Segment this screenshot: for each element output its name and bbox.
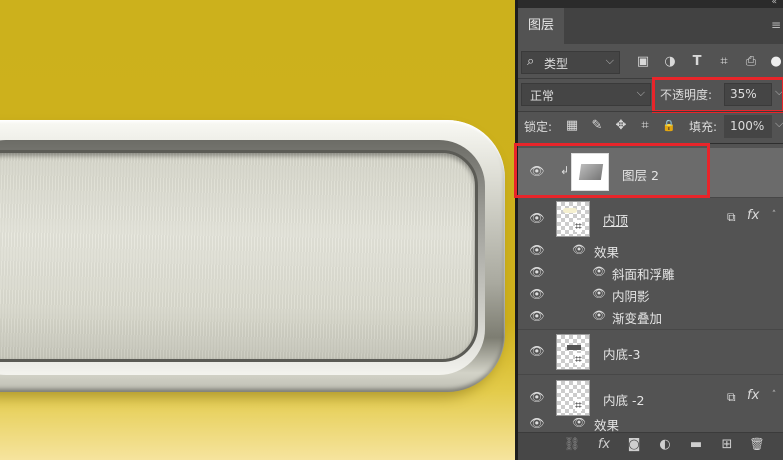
layer-row[interactable]: 👁 ⌗ 内顶 ⧉ fx ˄	[518, 198, 783, 240]
layer-row[interactable]: 👁 ⌗ 内底-3	[518, 330, 783, 375]
layer-thumbnail: ⌗	[556, 334, 590, 370]
effects-label: 效果	[594, 245, 620, 260]
fx-icon[interactable]: fx	[747, 388, 759, 403]
effect-eye-icon[interactable]: 👁	[592, 287, 606, 300]
collapse-effects-icon[interactable]: ˄	[769, 390, 779, 400]
fill-dropdown-icon[interactable]: ⌵	[775, 117, 783, 131]
layer-name[interactable]: 内顶	[603, 210, 628, 229]
filter-row: ⌕ 类型 ⌵ ▣ ◑ T ⌗ ⎙ ●	[518, 50, 783, 76]
kind-filter-label: 类型	[544, 57, 569, 71]
effect-gradient-overlay[interactable]: 渐变叠加	[612, 308, 662, 327]
fx-icon[interactable]: fx	[594, 437, 614, 452]
separator	[518, 111, 783, 112]
image-filter-icon[interactable]: ▣	[634, 53, 652, 71]
collapse-effects-icon[interactable]: ˄	[769, 210, 779, 220]
panel-menu-icon[interactable]: ≡	[771, 18, 781, 32]
effect-eye-icon[interactable]: 👁	[592, 265, 606, 278]
eye-icon[interactable]: 👁	[528, 418, 546, 430]
smart-object-filter-icon[interactable]: ⎙	[742, 53, 760, 71]
fill-input[interactable]: 100%	[724, 115, 772, 138]
new-group-icon[interactable]: ▬	[686, 437, 706, 452]
opacity-highlight-box	[652, 77, 783, 113]
layer-name[interactable]: 内底 -2	[603, 390, 644, 409]
shape-filter-icon[interactable]: ⌗	[715, 53, 733, 71]
add-mask-icon[interactable]: ◙	[624, 437, 644, 452]
linked-smart-icon: ⧉	[727, 210, 736, 224]
link-layers-icon[interactable]: ⛓	[562, 437, 582, 452]
effect-row[interactable]: 👁 👁 渐变叠加	[518, 306, 783, 330]
filter-toggle-icon[interactable]: ●	[769, 53, 783, 71]
chevron-down-icon: ⌵	[636, 86, 645, 99]
effect-row[interactable]: 👁 👁 斜面和浮雕	[518, 262, 783, 284]
eye-icon[interactable]: 👁	[528, 287, 546, 301]
blend-mode-select[interactable]: 正常 ⌵	[521, 83, 651, 106]
lock-all-icon[interactable]: 🔒	[661, 117, 677, 135]
lock-artboard-icon[interactable]: ⌗	[637, 117, 653, 135]
eye-icon[interactable]: 👁	[528, 390, 546, 404]
layers-bottom-toolbar: ⛓ fx ◙ ◐ ▬ ⊞ 🗑	[518, 432, 783, 460]
tab-layers[interactable]: 图层	[518, 8, 564, 44]
thumbnail-content	[563, 208, 577, 213]
fx-icon[interactable]: fx	[747, 208, 759, 223]
eye-icon[interactable]: 👁	[528, 243, 546, 257]
document-canvas[interactable]	[0, 0, 515, 460]
layer-row[interactable]: 👁 ⌗ 内底 -2 ⧉ fx ˄	[518, 376, 783, 418]
blend-mode-value: 正常	[530, 89, 555, 103]
lock-label: 锁定:	[524, 120, 553, 134]
panel-header-strip: «	[518, 0, 783, 8]
lock-position-icon[interactable]: ✥	[613, 117, 629, 135]
effect-eye-icon[interactable]: 👁	[592, 309, 606, 322]
search-icon: ⌕	[527, 54, 535, 69]
trash-icon[interactable]: 🗑	[747, 437, 767, 451]
lock-row: 锁定: ▦ ✎ ✥ ⌗ 🔒 填充: 100% ⌵	[518, 114, 783, 140]
effect-bevel-emboss[interactable]: 斜面和浮雕	[612, 264, 675, 283]
collapse-panel-icon[interactable]: «	[771, 0, 777, 7]
panel-tab-bar: 图层 ≡	[518, 8, 783, 44]
effect-inner-shadow[interactable]: 内阴影	[612, 286, 650, 305]
chevron-down-icon: ⌵	[605, 54, 614, 67]
layer-thumbnail: ⌗	[556, 380, 590, 416]
fill-value: 100%	[730, 119, 765, 133]
effects-eye-icon[interactable]: 👁	[572, 418, 586, 429]
adjustment-filter-icon[interactable]: ◑	[661, 53, 679, 71]
layer-highlight-box	[514, 143, 710, 198]
shape-layer-badge-icon: ⌗	[575, 352, 582, 366]
metal-plate-brushed-surface	[0, 150, 478, 362]
type-filter-icon[interactable]: T	[688, 53, 706, 71]
eye-icon[interactable]: 👁	[528, 265, 546, 279]
layer-name[interactable]: 内底-3	[603, 344, 640, 363]
layer-thumbnail: ⌗	[556, 201, 590, 237]
shape-layer-badge-icon: ⌗	[575, 219, 582, 233]
adjustment-layer-icon[interactable]: ◐	[655, 437, 675, 452]
fill-label[interactable]: 填充:	[689, 118, 717, 135]
lock-transparent-pixels-icon[interactable]: ▦	[564, 117, 580, 135]
effects-row[interactable]: 👁 👁 效果	[518, 240, 783, 262]
shape-layer-badge-icon: ⌗	[575, 398, 582, 412]
eye-icon[interactable]: 👁	[528, 309, 546, 323]
linked-smart-icon: ⧉	[727, 390, 736, 404]
lock-image-pixels-icon[interactable]: ✎	[589, 117, 605, 135]
eye-icon[interactable]: 👁	[528, 211, 546, 225]
effect-row[interactable]: 👁 👁 内阴影	[518, 284, 783, 306]
eye-icon[interactable]: 👁	[528, 344, 546, 358]
kind-filter-select[interactable]: ⌕ 类型 ⌵	[521, 51, 620, 74]
layers-panel: « 图层 ≡ ⌕ 类型 ⌵ ▣ ◑ T ⌗ ⎙ ● 正常 ⌵ 不透明度: 35%…	[514, 0, 783, 460]
new-layer-icon[interactable]: ⊞	[717, 437, 737, 452]
thumbnail-content	[567, 345, 581, 350]
effects-eye-icon[interactable]: 👁	[572, 243, 586, 256]
